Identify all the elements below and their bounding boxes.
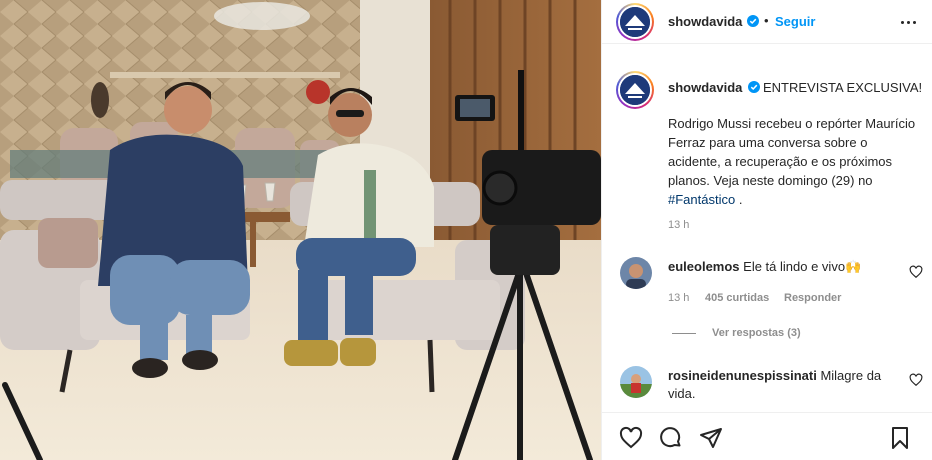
author-username[interactable]: showdavida [668,14,742,29]
comment-likes[interactable]: 405 curtidas [705,292,769,304]
verified-badge-icon [748,81,760,93]
hashtag-link[interactable]: #Fantástico [668,192,735,207]
caption-username[interactable]: showdavida [668,80,742,95]
commenter-username[interactable]: rosineidenunespissinati [668,368,817,383]
post-side-panel: showdavida • Seguir showdavida ENTREVIST… [601,0,932,460]
caption-tail: . [735,192,743,207]
comment-like-heart-icon[interactable] [909,265,923,279]
verified-badge-icon [747,15,759,27]
fantastico-logo-icon [620,7,650,37]
author-avatar[interactable] [616,3,654,41]
post-photo[interactable] [0,0,601,460]
more-options-icon[interactable] [898,12,920,32]
bookmark-icon[interactable] [888,426,912,450]
commenter-username[interactable]: euleolemos [668,259,740,274]
commenter-avatar[interactable] [620,257,652,289]
caption-body-text: Rodrigo Mussi recebeu o repórter Mauríci… [668,116,916,188]
follow-button[interactable]: Seguir [775,14,815,29]
comment-like-heart-icon[interactable] [909,373,923,387]
view-replies-button[interactable]: Ver respostas (3) [672,327,801,339]
user-avatar-image [620,257,652,289]
heart-icon[interactable] [619,426,643,450]
commenter-avatar[interactable] [620,366,652,398]
interview-photo-illustration [0,0,601,460]
share-icon[interactable] [699,426,723,450]
post-timestamp[interactable]: 13 h [668,219,689,231]
user-avatar-image [620,366,652,398]
view-replies-label: Ver respostas (3) [712,327,801,339]
separator-dot: • [764,13,769,28]
reply-button[interactable]: Responder [784,292,841,304]
caption-headline: ENTREVISTA EXCLUSIVA! [763,80,923,95]
post-header: showdavida • Seguir [602,0,932,44]
post-action-bar [602,412,932,460]
comment-text-row: euleolemos Ele tá lindo e vivo🙌 [668,259,861,275]
caption-author-avatar[interactable] [616,71,654,109]
instagram-post: showdavida • Seguir showdavida ENTREVIST… [0,0,932,460]
comment-icon[interactable] [659,426,683,450]
comment-text-row: rosineidenunespissinati Milagre da vida. [668,367,898,403]
comment-time[interactable]: 13 h [668,292,689,304]
caption-text: Rodrigo Mussi recebeu o repórter Mauríci… [668,114,923,209]
comment-text: Ele tá lindo e vivo🙌 [743,259,862,274]
fantastico-logo-icon [620,75,650,105]
